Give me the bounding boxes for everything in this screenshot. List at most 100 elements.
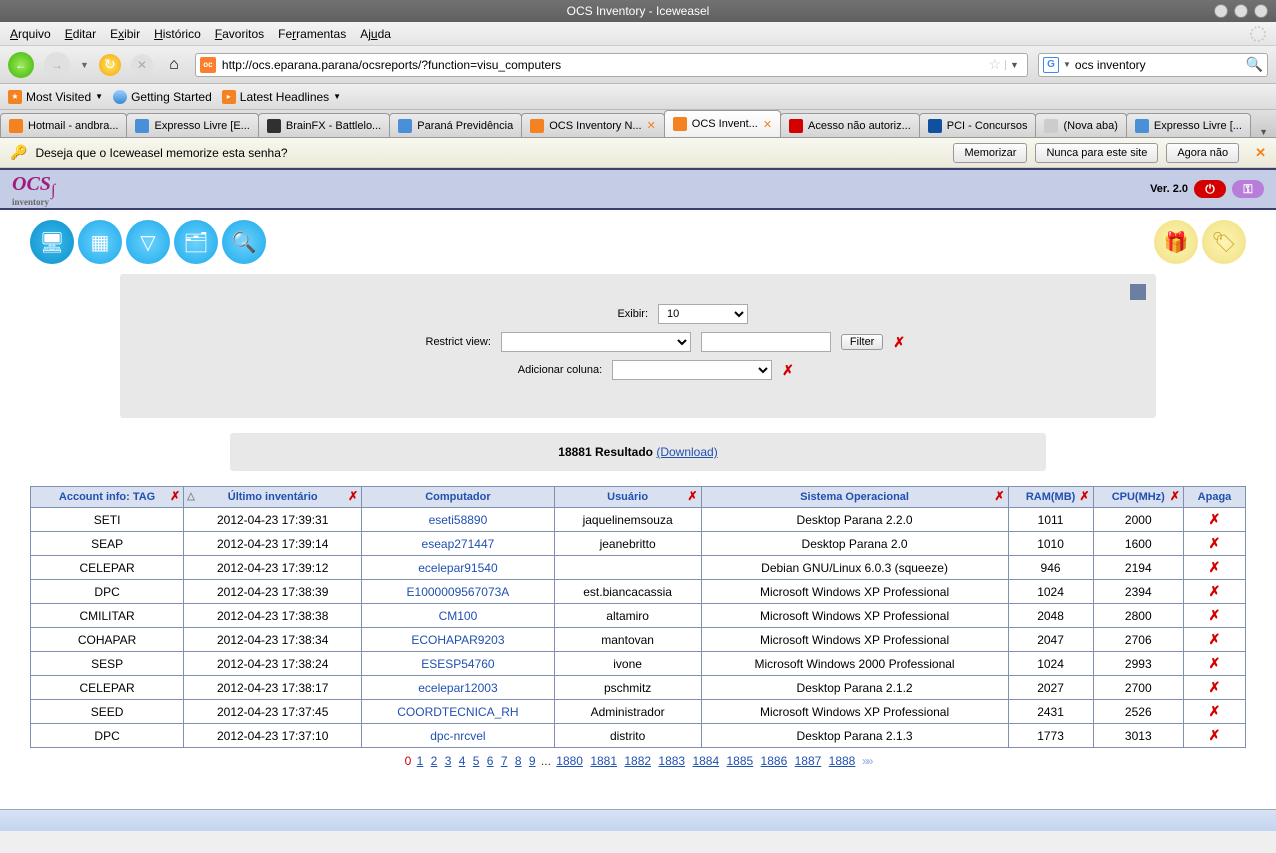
page-link[interactable]: 7 [501, 754, 508, 768]
maximize-button[interactable] [1234, 4, 1248, 18]
remove-col-icon[interactable]: ✗ [1080, 489, 1090, 503]
remove-col-icon[interactable]: ✗ [688, 489, 698, 503]
page-link[interactable]: 8 [515, 754, 522, 768]
col-tag[interactable]: Account info: TAG✗ [31, 487, 184, 508]
menu-favoritos[interactable]: Favoritos [215, 27, 264, 41]
page-link[interactable]: 1880 [556, 754, 583, 768]
home-button[interactable]: ⌂ [163, 54, 185, 76]
page-link[interactable]: 1888 [829, 754, 856, 768]
latest-headlines-button[interactable]: ▸ Latest Headlines ▼ [222, 90, 341, 104]
bookmark-star-icon[interactable]: ☆ [988, 56, 1001, 73]
delete-icon[interactable]: ✗ [1209, 511, 1221, 527]
menu-exibir[interactable]: Exibir [110, 27, 140, 41]
cell-computer[interactable]: COORDTECNICA_RH [362, 700, 554, 724]
close-notification-icon[interactable]: ✕ [1255, 145, 1266, 161]
page-link[interactable]: 1886 [761, 754, 788, 768]
cell-delete[interactable]: ✗ [1183, 604, 1245, 628]
close-window-button[interactable] [1254, 4, 1268, 18]
tab[interactable]: PCI - Concursos [919, 113, 1037, 137]
col-os[interactable]: Sistema Operacional✗ [701, 487, 1008, 508]
clear-addcol-icon[interactable]: ✗ [782, 362, 794, 379]
cell-computer[interactable]: E1000009567073A [362, 580, 554, 604]
tab[interactable]: Acesso não autoriz... [780, 113, 920, 137]
page-link[interactable]: 1887 [795, 754, 822, 768]
tab-close-icon[interactable]: ✕ [763, 118, 772, 131]
tab[interactable]: Paraná Previdência [389, 113, 522, 137]
search-icon[interactable]: 🔍 [1246, 56, 1263, 73]
minimize-button[interactable] [1214, 4, 1228, 18]
filter-button[interactable]: Filter [841, 334, 883, 350]
col-user[interactable]: Usuário✗ [554, 487, 701, 508]
label-icon[interactable]: 🏷 [1202, 220, 1246, 264]
menu-historico[interactable]: Histórico [154, 27, 201, 41]
all-computers-icon[interactable]: 🖥 [30, 220, 74, 264]
cell-computer[interactable]: eseti58890 [362, 508, 554, 532]
key-button[interactable]: ⚿ [1232, 180, 1264, 198]
cell-delete[interactable]: ✗ [1183, 532, 1245, 556]
doubles-icon[interactable]: 🗂 [174, 220, 218, 264]
remove-col-icon[interactable]: ✗ [348, 489, 358, 503]
url-dropdown[interactable]: ▼ [1005, 60, 1023, 70]
menu-arquivo[interactable]: Arquivo [10, 27, 51, 41]
cell-delete[interactable]: ✗ [1183, 652, 1245, 676]
cell-delete[interactable]: ✗ [1183, 508, 1245, 532]
menu-editar[interactable]: Editar [65, 27, 96, 41]
cell-delete[interactable]: ✗ [1183, 676, 1245, 700]
filter-icon[interactable]: ▽ [126, 220, 170, 264]
delete-icon[interactable]: ✗ [1209, 607, 1221, 623]
delete-icon[interactable]: ✗ [1209, 655, 1221, 671]
cell-delete[interactable]: ✗ [1183, 724, 1245, 748]
cell-delete[interactable]: ✗ [1183, 580, 1245, 604]
menu-ajuda[interactable]: Ajuda [360, 27, 391, 41]
memorize-button[interactable]: Memorizar [953, 143, 1027, 163]
search-bar[interactable]: G ▼ 🔍 [1038, 53, 1268, 77]
clear-filter-icon[interactable]: ✗ [893, 334, 905, 351]
getting-started-button[interactable]: Getting Started [113, 90, 212, 104]
cell-delete[interactable]: ✗ [1183, 628, 1245, 652]
search-engine-dropdown[interactable]: ▼ [1063, 60, 1071, 69]
url-bar[interactable]: oc ☆ ▼ [195, 53, 1028, 77]
tab-overflow-dropdown[interactable]: ▼ [1251, 127, 1276, 137]
history-dropdown[interactable]: ▼ [80, 60, 89, 70]
page-link[interactable]: 1882 [624, 754, 651, 768]
groups-icon[interactable]: ▦ [78, 220, 122, 264]
tab[interactable]: Hotmail - andbra... [0, 113, 127, 137]
delete-icon[interactable]: ✗ [1209, 703, 1221, 719]
most-visited-button[interactable]: ★ Most Visited ▼ [8, 90, 103, 104]
save-icon[interactable] [1130, 284, 1146, 300]
search-big-icon[interactable]: 🔍 [222, 220, 266, 264]
tab[interactable]: OCS Invent...✕ [664, 110, 781, 137]
tab[interactable]: OCS Inventory N...✕ [521, 113, 665, 137]
download-link[interactable]: (Download) [656, 445, 717, 459]
remove-col-icon[interactable]: ✗ [994, 489, 1004, 503]
remove-col-icon[interactable]: ✗ [170, 489, 180, 503]
page-link[interactable]: 4 [459, 754, 466, 768]
power-button[interactable]: ⏻ [1194, 180, 1226, 198]
page-link[interactable]: 5 [473, 754, 480, 768]
cell-delete[interactable]: ✗ [1183, 700, 1245, 724]
page-link[interactable]: 2 [431, 754, 438, 768]
delete-icon[interactable]: ✗ [1209, 631, 1221, 647]
cell-computer[interactable]: CM100 [362, 604, 554, 628]
cell-delete[interactable]: ✗ [1183, 556, 1245, 580]
page-link[interactable]: 1883 [658, 754, 685, 768]
delete-icon[interactable]: ✗ [1209, 535, 1221, 551]
restrict-value-input[interactable] [701, 332, 831, 352]
col-computer[interactable]: Computador [362, 487, 554, 508]
col-ram[interactable]: RAM(MB)✗ [1008, 487, 1093, 508]
col-lastinv[interactable]: △Último inventário✗ [184, 487, 362, 508]
cell-computer[interactable]: ESESP54760 [362, 652, 554, 676]
page-link[interactable]: 1881 [590, 754, 617, 768]
page-link[interactable]: 1884 [692, 754, 719, 768]
tab-close-icon[interactable]: ✕ [647, 119, 656, 132]
cell-computer[interactable]: eseap271447 [362, 532, 554, 556]
tab[interactable]: Expresso Livre [... [1126, 113, 1251, 137]
col-cpu[interactable]: CPU(MHz)✗ [1093, 487, 1183, 508]
notnow-button[interactable]: Agora não [1166, 143, 1239, 163]
menu-ferramentas[interactable]: Ferramentas [278, 27, 346, 41]
pager-next-icon[interactable]: »» [861, 754, 872, 768]
tab[interactable]: Expresso Livre [E... [126, 113, 258, 137]
page-link[interactable]: 1 [417, 754, 424, 768]
back-button[interactable]: ← [8, 52, 34, 78]
url-input[interactable] [222, 58, 985, 72]
